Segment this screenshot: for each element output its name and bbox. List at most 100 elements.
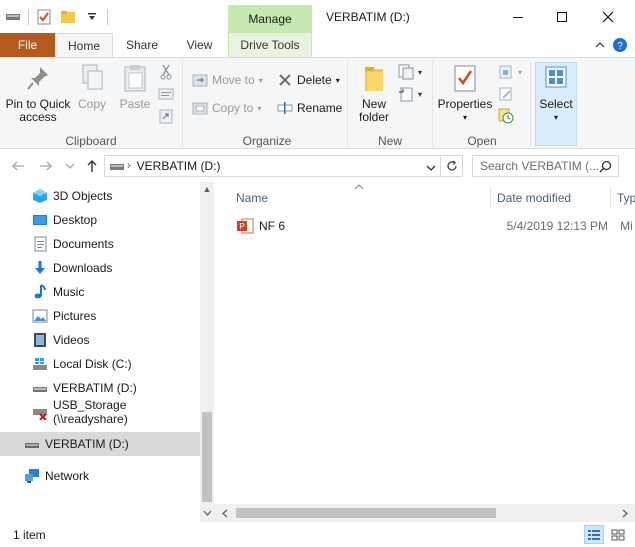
- close-button[interactable]: [585, 0, 631, 33]
- edit-button[interactable]: [498, 84, 514, 104]
- move-to-icon: [192, 72, 208, 88]
- nav-item-label: Network: [45, 469, 90, 483]
- nav-item-label: Music: [53, 285, 85, 299]
- nav-item-documents[interactable]: Documents: [0, 232, 200, 256]
- nav-item-desktop[interactable]: Desktop: [0, 208, 200, 232]
- tab-drive-tools[interactable]: Drive Tools: [228, 33, 312, 57]
- windows-drive-icon: [32, 356, 48, 372]
- new-item-icon: [398, 64, 414, 80]
- move-to-dropdown-icon: ▾: [258, 75, 263, 85]
- drive-icon[interactable]: [4, 8, 22, 26]
- desktop-icon: [32, 212, 48, 228]
- scroll-right-icon[interactable]: [618, 506, 632, 520]
- open-group-label: Open: [467, 134, 497, 148]
- column-header-date-modified[interactable]: Date modified: [497, 191, 571, 205]
- new-folder-label-line2: folder: [358, 110, 390, 124]
- scroll-down-icon[interactable]: [200, 506, 214, 520]
- tab-home[interactable]: Home: [55, 33, 113, 57]
- open-button[interactable]: ▾: [498, 62, 522, 82]
- history-icon: [498, 108, 514, 124]
- copy-path-button[interactable]: [158, 84, 174, 104]
- column-header-name[interactable]: Name: [236, 191, 268, 205]
- properties-button[interactable]: Properties ▾: [436, 62, 494, 124]
- nav-pane-scrollbar[interactable]: ▲: [200, 182, 214, 522]
- easy-access-button[interactable]: ▾: [398, 84, 422, 104]
- minimize-button[interactable]: [495, 0, 541, 33]
- ribbon-tabs: File Home Share View Drive Tools ?: [0, 33, 635, 57]
- scrollbar-thumb[interactable]: [202, 412, 212, 502]
- ribbon: Pin to Quick access Copy Paste Clipboard: [0, 57, 635, 149]
- copy-to-button[interactable]: Copy to ▾: [192, 98, 261, 118]
- tab-share[interactable]: Share: [113, 33, 171, 57]
- address-bar[interactable]: › VERBATIM (D:): [104, 155, 441, 177]
- large-icons-view-icon: [611, 529, 625, 540]
- up-button[interactable]: [82, 156, 102, 176]
- group-divider: [347, 62, 348, 146]
- organize-group-label: Organize: [242, 134, 292, 148]
- nav-item-verbatim-drive-selected[interactable]: VERBATIM (D:): [0, 432, 200, 456]
- nav-item-videos[interactable]: Videos: [0, 328, 200, 352]
- pin-to-quick-access-button[interactable]: Pin to Quick access: [4, 62, 72, 124]
- scroll-left-icon[interactable]: [218, 506, 232, 520]
- nav-item-local-disk[interactable]: Local Disk (C:): [0, 352, 200, 376]
- powerpoint-file-icon: P: [236, 218, 254, 234]
- maximize-button[interactable]: [539, 0, 585, 33]
- details-view-button[interactable]: [584, 525, 604, 544]
- new-folder-button[interactable]: New folder: [354, 62, 394, 124]
- disconnected-network-drive-icon: [32, 404, 48, 420]
- forward-button[interactable]: [36, 156, 56, 176]
- new-item-button[interactable]: ▾: [398, 62, 422, 82]
- breadcrumb-separator-icon[interactable]: ›: [127, 160, 131, 172]
- tab-file[interactable]: File: [0, 33, 55, 57]
- address-dropdown-icon[interactable]: [426, 161, 436, 175]
- copy-to-label: Copy to: [212, 101, 254, 115]
- select-button[interactable]: Select ▾: [535, 62, 577, 124]
- history-button[interactable]: [498, 106, 514, 126]
- rename-button[interactable]: Rename: [277, 98, 342, 118]
- nav-item-3d-objects[interactable]: 3D Objects: [0, 184, 200, 208]
- paste-shortcut-icon: [158, 108, 174, 124]
- clipboard-group-label: Clipboard: [65, 134, 117, 148]
- column-divider[interactable]: [490, 186, 491, 208]
- paste-shortcut-button[interactable]: [158, 106, 174, 126]
- nav-item-usb-storage[interactable]: USB_Storage (\\readyshare): [0, 398, 200, 426]
- delete-dropdown-icon: ▾: [335, 75, 340, 85]
- back-button[interactable]: [8, 156, 28, 176]
- collapse-ribbon-icon[interactable]: [592, 37, 608, 53]
- recent-locations-button[interactable]: [60, 156, 80, 176]
- copy-label: Copy: [77, 97, 106, 111]
- nav-item-verbatim-drive[interactable]: VERBATIM (D:): [0, 376, 200, 400]
- column-header-type[interactable]: Typ: [617, 191, 635, 205]
- new-folder-icon[interactable]: [59, 8, 77, 26]
- column-divider[interactable]: [610, 186, 611, 208]
- nav-item-label: Desktop: [53, 213, 98, 227]
- move-to-button[interactable]: Move to ▾: [192, 70, 263, 90]
- refresh-button[interactable]: [441, 155, 463, 177]
- copy-icon: [77, 62, 107, 94]
- delete-button[interactable]: Delete ▾: [277, 70, 340, 90]
- nav-item-downloads[interactable]: Downloads: [0, 256, 200, 280]
- select-dropdown-icon: ▾: [553, 113, 558, 122]
- scrollbar-thumb[interactable]: [236, 508, 496, 518]
- scroll-up-icon[interactable]: ▲: [200, 182, 214, 196]
- music-note-icon: [32, 284, 48, 300]
- copy-button[interactable]: Copy: [74, 62, 110, 111]
- search-input[interactable]: Search VERBATIM (...: [472, 155, 619, 177]
- file-row[interactable]: P NF 6 5/4/2019 12:13 PM Mi: [232, 215, 635, 237]
- paste-button[interactable]: Paste: [116, 62, 154, 111]
- nav-item-music[interactable]: Music: [0, 280, 200, 304]
- help-icon[interactable]: ?: [612, 37, 628, 53]
- file-list-horizontal-scrollbar[interactable]: [214, 504, 635, 522]
- tab-view[interactable]: View: [171, 33, 228, 57]
- nav-item-network[interactable]: Network: [0, 464, 200, 488]
- customize-toolbar-icon[interactable]: [83, 8, 101, 26]
- large-icons-view-button[interactable]: [608, 525, 628, 544]
- properties-check-icon[interactable]: [35, 8, 53, 26]
- properties-dropdown-icon: ▾: [462, 113, 467, 122]
- cut-button[interactable]: [158, 62, 174, 82]
- status-bar: 1 item: [0, 522, 635, 547]
- nav-item-pictures[interactable]: Pictures: [0, 304, 200, 328]
- drive-icon: [32, 380, 48, 396]
- breadcrumb-current[interactable]: VERBATIM (D:): [137, 159, 221, 173]
- open-icon: [498, 64, 514, 80]
